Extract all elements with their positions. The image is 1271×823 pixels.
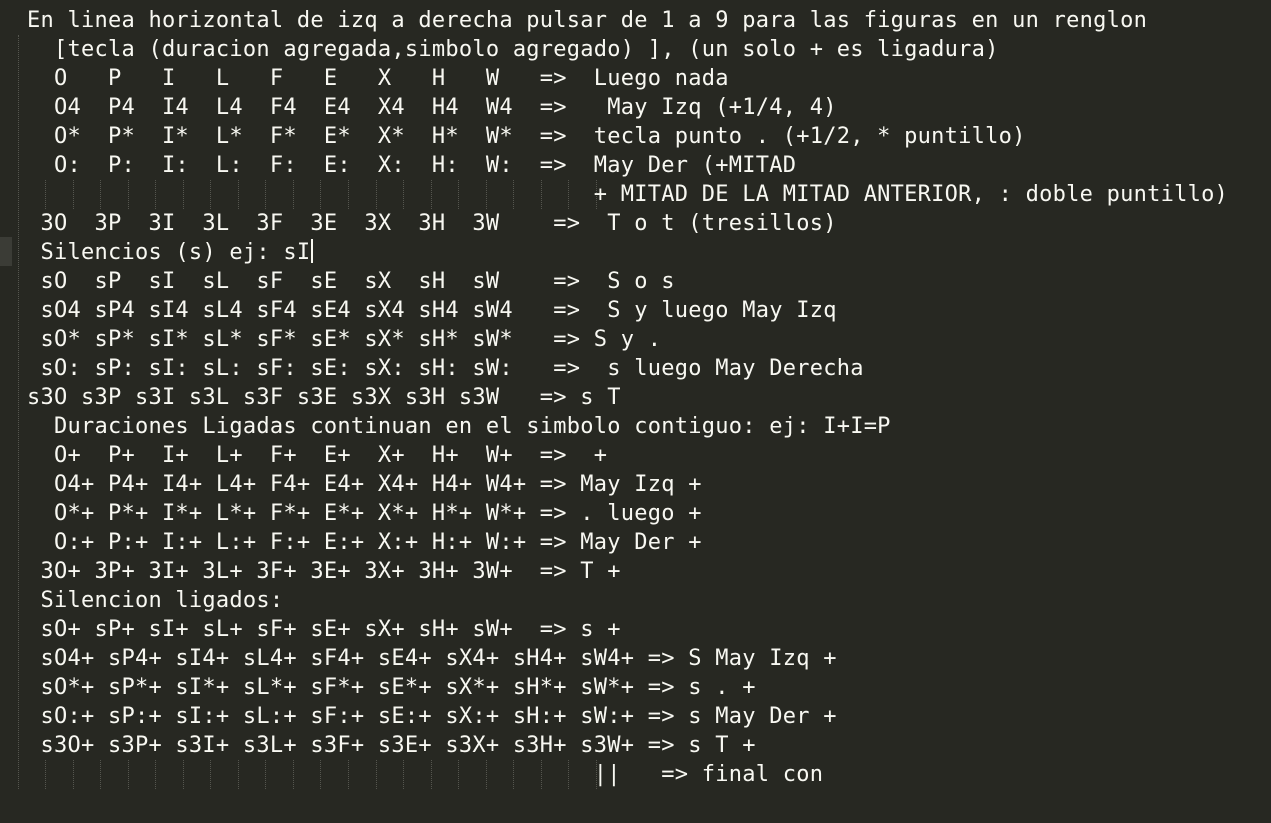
code-line[interactable]: O*+ P*+ I*+ L*+ F*+ E*+ X*+ H*+ W*+ => .… xyxy=(0,499,702,528)
code-line[interactable]: s3O+ s3P+ s3I+ s3L+ s3F+ s3E+ s3X+ s3H+ … xyxy=(0,731,756,760)
code-line[interactable]: || => final con xyxy=(0,760,823,789)
code-line[interactable]: sO: sP: sI: sL: sF: sE: sX: sH: sW: => s… xyxy=(0,354,864,383)
code-line[interactable]: Silencion ligados: xyxy=(0,586,283,615)
code-line[interactable]: O: P: I: L: F: E: X: H: W: => May Der (+… xyxy=(0,151,796,180)
code-line[interactable]: Duraciones Ligadas continuan en el simbo… xyxy=(0,412,891,441)
code-line[interactable]: O:+ P:+ I:+ L:+ F:+ E:+ X:+ H:+ W:+ => M… xyxy=(0,528,702,557)
code-line[interactable]: sO sP sI sL sF sE sX sH sW => S o s xyxy=(0,267,675,296)
code-line-current[interactable]: Silencios (s) ej: sI xyxy=(0,238,314,267)
code-line[interactable]: [tecla (duracion agregada,simbolo agrega… xyxy=(0,35,999,64)
code-line[interactable]: s3O s3P s3I s3L s3F s3E s3X s3H s3W => s… xyxy=(0,383,621,412)
code-line[interactable]: O4 P4 I4 L4 F4 E4 X4 H4 W4 => May Izq (+… xyxy=(0,93,837,122)
text-editor[interactable]: En linea horizontal de izq a derecha pul… xyxy=(0,0,1271,823)
code-line[interactable]: 3O+ 3P+ 3I+ 3L+ 3F+ 3E+ 3X+ 3H+ 3W+ => T… xyxy=(0,557,621,586)
code-line[interactable]: sO+ sP+ sI+ sL+ sF+ sE+ sX+ sH+ sW+ => s… xyxy=(0,615,621,644)
code-line[interactable]: O+ P+ I+ L+ F+ E+ X+ H+ W+ => + xyxy=(0,441,607,470)
code-line[interactable]: 3O 3P 3I 3L 3F 3E 3X 3H 3W => T o t (tre… xyxy=(0,209,837,238)
code-line[interactable]: sO:+ sP:+ sI:+ sL:+ sF:+ sE:+ sX:+ sH:+ … xyxy=(0,702,837,731)
code-line[interactable]: O P I L F E X H W => Luego nada xyxy=(0,64,729,93)
code-line-text: Silencios (s) ej: sI xyxy=(0,240,311,265)
code-line[interactable]: sO4 sP4 sI4 sL4 sF4 sE4 sX4 sH4 sW4 => S… xyxy=(0,296,837,325)
text-cursor xyxy=(311,239,314,263)
code-line[interactable]: sO* sP* sI* sL* sF* sE* sX* sH* sW* => S… xyxy=(0,325,661,354)
code-line[interactable]: sO*+ sP*+ sI*+ sL*+ sF*+ sE*+ sX*+ sH*+ … xyxy=(0,673,756,702)
code-line[interactable]: + MITAD DE LA MITAD ANTERIOR, : doble pu… xyxy=(0,180,1228,209)
code-line[interactable]: O4+ P4+ I4+ L4+ F4+ E4+ X4+ H4+ W4+ => M… xyxy=(0,470,702,499)
code-line[interactable]: sO4+ sP4+ sI4+ sL4+ sF4+ sE4+ sX4+ sH4+ … xyxy=(0,644,837,673)
code-line[interactable]: En linea horizontal de izq a derecha pul… xyxy=(0,6,1147,35)
code-line[interactable]: O* P* I* L* F* E* X* H* W* => tecla punt… xyxy=(0,122,1026,151)
